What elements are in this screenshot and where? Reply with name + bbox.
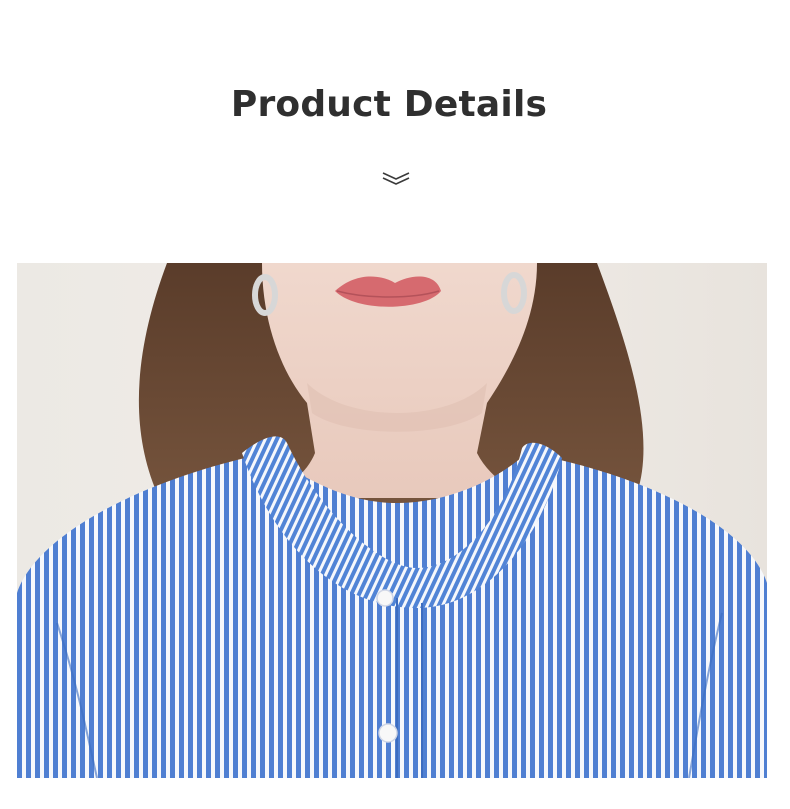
double-chevron-down-icon [382, 170, 410, 185]
product-photo [17, 263, 767, 778]
page-title: Product Details [230, 84, 548, 125]
